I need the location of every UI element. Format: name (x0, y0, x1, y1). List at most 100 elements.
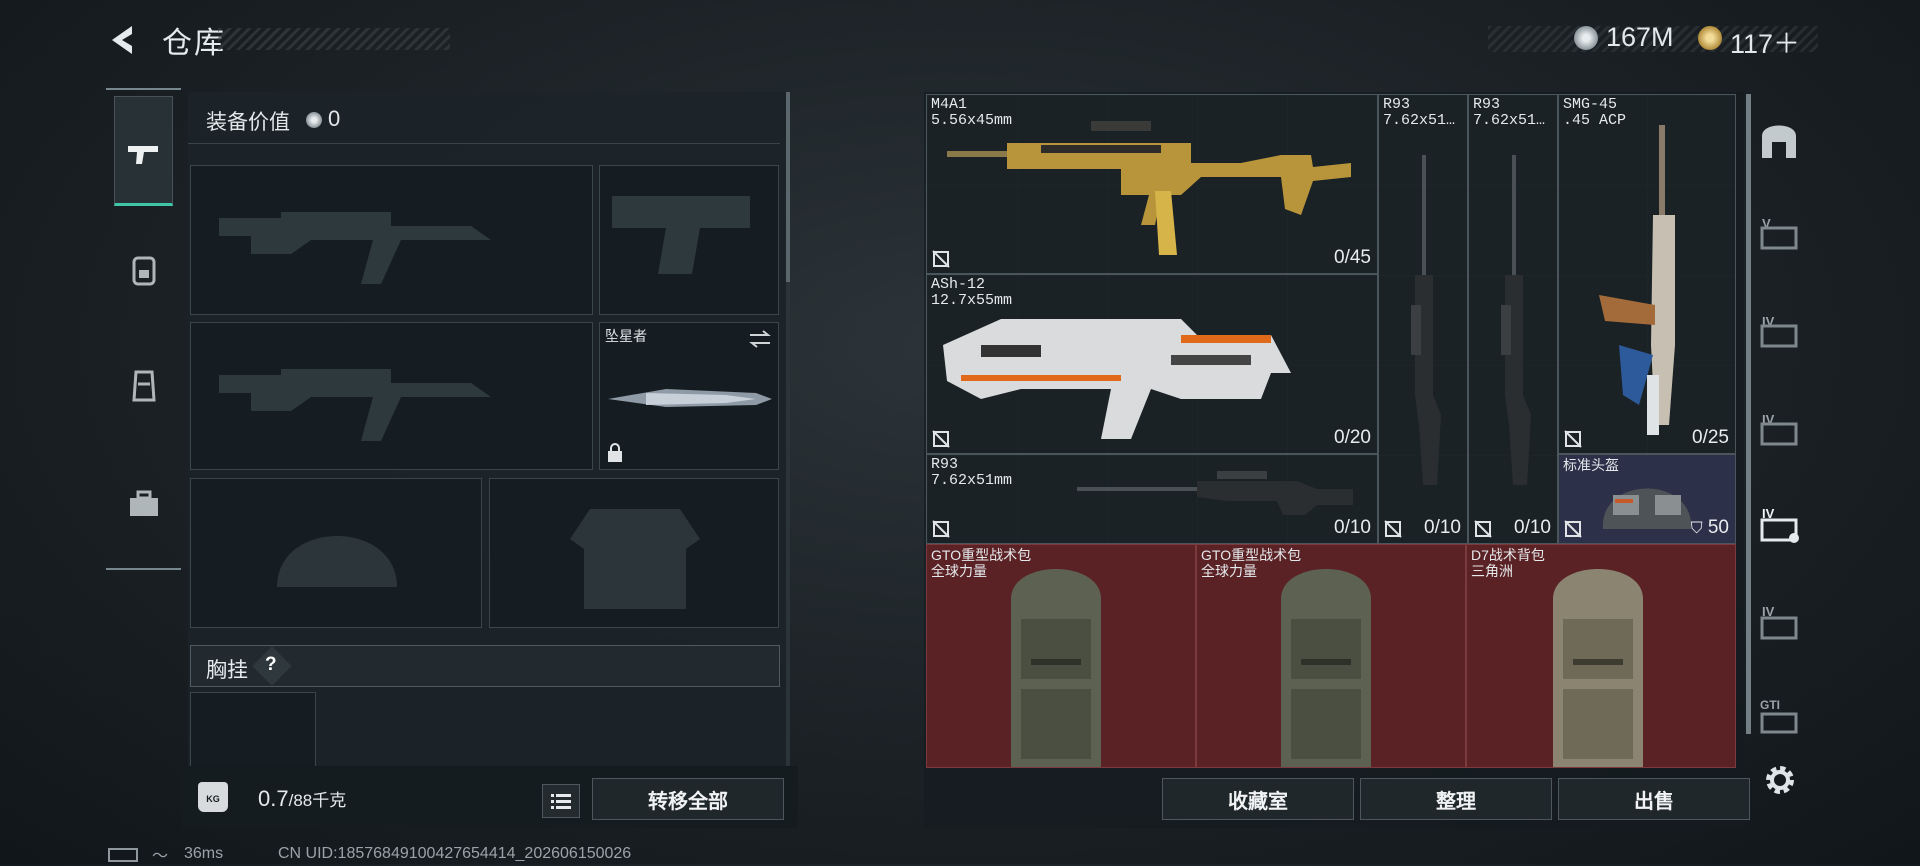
chest-rig-label: 胸挂 (206, 659, 248, 682)
knife-icon (608, 389, 772, 407)
vault-tier-iv-tab[interactable]: IV (1760, 604, 1800, 644)
stash-item-smg45[interactable]: SMG-45.45 ACP 0/25 (1558, 94, 1736, 454)
stash-item-m4a1[interactable]: M4A1 5.56x45mm 0/45 (926, 94, 1378, 274)
shelf-icon (1760, 324, 1798, 348)
vault-gti-tab[interactable]: GTI (1760, 698, 1800, 738)
ammo-count: 0/10 (1334, 517, 1371, 538)
stash-item-r93[interactable]: R93 7.62x51mm 0/10 (926, 454, 1378, 544)
wifi-icon: 〜 (152, 848, 169, 865)
list-view-button[interactable] (542, 784, 580, 818)
vault-tier-iv-tab[interactable]: IV (1760, 312, 1800, 352)
stash-item-r93[interactable]: R93 7.62x51… 0/10 (1378, 94, 1468, 544)
item-caliber: 7.62x51… (1383, 112, 1456, 129)
helmet-icon (1602, 488, 1692, 529)
vest-icon[interactable] (124, 366, 164, 406)
pistol-icon (128, 146, 158, 164)
helmet-silhouette-icon (277, 536, 397, 587)
ping-value: 36ms (184, 845, 224, 862)
no-mod-icon (1474, 520, 1492, 538)
no-mod-icon (932, 520, 950, 538)
currency-silver-amount: 167M (1606, 22, 1674, 52)
armor-slot[interactable] (489, 478, 779, 628)
chest-rig-slot[interactable] (190, 692, 316, 768)
melee-slot[interactable]: 坠星者 (599, 322, 779, 470)
ammo-count: 0/25 (1692, 427, 1729, 448)
shelf-icon (1760, 422, 1798, 446)
item-name: R93 (931, 456, 959, 473)
helmet-slot[interactable] (190, 478, 482, 628)
vault-tier-iv-tab-selected[interactable]: IV (1760, 506, 1800, 546)
no-mod-icon (1564, 520, 1582, 538)
rifle-silhouette-icon (219, 369, 491, 441)
sniper-rifle-icon (1411, 155, 1441, 485)
smg-icon (1599, 125, 1675, 435)
item-name: D7战术背包 (1471, 547, 1545, 563)
weight-current: 0.7 (258, 786, 289, 811)
page-title: 仓库 (162, 27, 226, 60)
shield-icon: ⛉ (1690, 520, 1703, 537)
backpack-icon (1011, 569, 1101, 767)
weight-max: /88千克 (288, 791, 347, 810)
title-decoration (218, 28, 450, 50)
rifle-icon (943, 319, 1291, 439)
stash-item-backpack[interactable]: D7战术背包 三角洲 (1466, 544, 1736, 768)
lock-icon (608, 443, 622, 462)
shelf-icon (1760, 616, 1798, 640)
item-brand: 全球力量 (931, 563, 987, 579)
vault-tier-iv-tab[interactable]: IV (1760, 410, 1800, 450)
silver-coin-icon (1574, 26, 1598, 50)
sell-button[interactable]: 出售 (1558, 778, 1750, 820)
equipment-value-label: 装备价值 (206, 111, 290, 134)
backpack-icon[interactable] (124, 250, 164, 290)
sniper-rifle-icon (1077, 471, 1353, 515)
gold-coin-icon (1698, 26, 1722, 50)
equipment-value: 0 (328, 106, 341, 131)
item-name: R93 (1383, 96, 1411, 113)
ammo-count: 0/20 (1334, 427, 1371, 448)
swap-icon[interactable] (748, 329, 772, 349)
shelf-icon (1760, 712, 1798, 734)
toolbox-icon[interactable] (124, 484, 164, 524)
help-mark: ? (265, 654, 277, 675)
settings-gear-icon[interactable] (1760, 760, 1800, 800)
collection-room-button[interactable]: 收藏室 (1162, 778, 1354, 820)
currency-gold-amount[interactable]: 117＋ (1730, 22, 1800, 61)
melee-name: 坠星者 (605, 328, 647, 344)
rifle-icon (947, 121, 1351, 255)
stash-vault-icon[interactable] (1756, 118, 1802, 164)
stash-item-r93[interactable]: R93 7.62x51… 0/10 (1468, 94, 1558, 544)
no-mod-icon (1564, 430, 1582, 448)
ammo-count: 0/45 (1334, 247, 1371, 268)
sort-button[interactable]: 整理 (1360, 778, 1552, 820)
stash-scrollbar[interactable] (1746, 94, 1751, 734)
backpack-icon (1281, 569, 1371, 767)
item-brand: 全球力量 (1201, 563, 1257, 579)
weight-icon: KG (198, 782, 228, 812)
item-brand: 三角洲 (1471, 563, 1513, 579)
primary-weapon-slot[interactable] (190, 165, 593, 315)
weight-icon-text: KG (206, 794, 220, 804)
backpack-icon (1553, 569, 1643, 767)
shelf-icon (1760, 226, 1798, 250)
loadout-scrollbar[interactable] (786, 92, 790, 282)
ammo-count: 0/10 (1424, 517, 1461, 538)
transfer-all-button[interactable]: 转移全部 (592, 778, 784, 820)
pistol-silhouette-icon (612, 196, 750, 274)
sidearm-slot[interactable] (599, 165, 779, 315)
stash-item-ash12[interactable]: ASh-12 12.7x55mm 0/20 (926, 274, 1378, 454)
stash-item-backpack[interactable]: GTO重型战术包 全球力量 (1196, 544, 1466, 768)
battery-icon (108, 848, 138, 862)
durability: 50 (1707, 517, 1729, 538)
ammo-count: 0/10 (1514, 517, 1551, 538)
item-caliber: 7.62x51… (1473, 112, 1546, 129)
item-caliber: 7.62x51mm (931, 472, 1013, 489)
uid-text: CN UID:18576849100427654414_202606150026 (278, 845, 632, 862)
no-mod-icon (932, 430, 950, 448)
vault-tier-v-tab[interactable]: V (1760, 214, 1800, 254)
sniper-rifle-icon (1501, 155, 1531, 485)
stash-item-helmet[interactable]: 标准头盔 ⛉ 50 (1558, 454, 1736, 544)
secondary-weapon-slot[interactable] (190, 322, 593, 470)
weight-value: 0.7/88千克 (258, 786, 346, 812)
back-arrow-icon[interactable] (104, 20, 140, 60)
stash-item-backpack[interactable]: GTO重型战术包 全球力量 (926, 544, 1196, 768)
